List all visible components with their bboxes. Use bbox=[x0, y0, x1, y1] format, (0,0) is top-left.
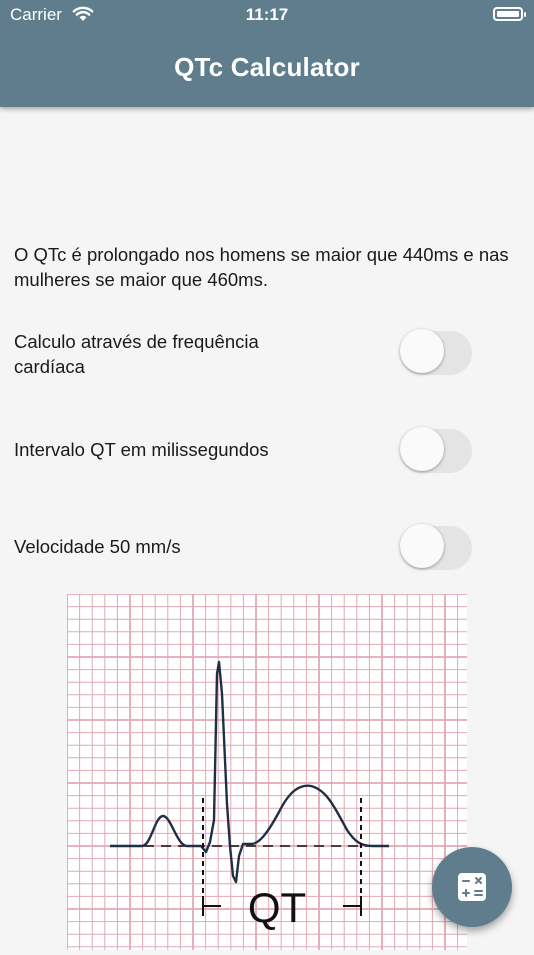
qt-ms-switch[interactable] bbox=[400, 427, 472, 473]
switch-knob bbox=[400, 427, 444, 471]
toggle-label-qt-ms: Intervalo QT em milissegundos bbox=[14, 439, 269, 460]
battery-icon bbox=[493, 7, 526, 21]
status-bar: Carrier 11:17 bbox=[0, 0, 534, 32]
calculator-icon bbox=[458, 873, 486, 901]
ecg-qt-illustration: QT bbox=[66, 593, 467, 950]
status-time: 11:17 bbox=[245, 5, 289, 24]
page-title: QTc Calculator bbox=[174, 52, 360, 82]
app-bar: Carrier 11:17 QTc Calculator bbox=[0, 0, 534, 107]
switch-knob bbox=[400, 329, 444, 373]
toggle-label-speed: Velocidade 50 mm/s bbox=[14, 536, 181, 557]
heart-rate-switch[interactable] bbox=[400, 329, 472, 375]
speed-switch[interactable] bbox=[400, 524, 472, 570]
toggle-label-heart-rate: Calculo através de frequência cardíaca bbox=[14, 331, 259, 377]
calculate-button[interactable] bbox=[432, 847, 512, 927]
switch-knob bbox=[400, 524, 444, 568]
ecg-graphic: QT bbox=[66, 593, 467, 950]
qtc-info-text: O QTc é prolongado nos homens se maior q… bbox=[14, 244, 509, 290]
qt-interval-label: QT bbox=[248, 884, 306, 931]
